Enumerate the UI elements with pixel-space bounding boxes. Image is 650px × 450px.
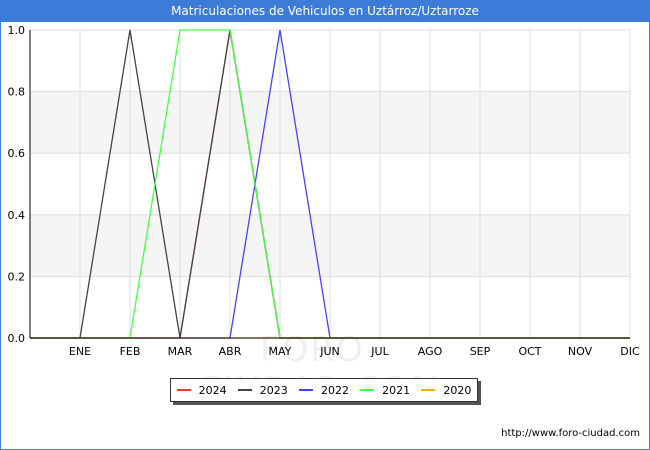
y-tick-labels: 0.0 0.2 0.4 0.6 0.8 1.0 [8,24,26,345]
legend-swatch [176,389,191,391]
y-tick-label: 1.0 [8,24,26,37]
x-tick-label: NOV [568,345,593,358]
legend: 2024 2023 2022 2021 2020 [170,378,478,402]
legend-item-2021: 2021 [360,384,410,397]
legend-swatch [237,389,252,391]
legend-item-2022: 2022 [298,383,349,397]
legend-item-2020: 2020 [421,384,471,397]
y-tick-label: 0.6 [8,147,26,160]
y-tick-label: 0.0 [8,332,26,345]
legend-label: 2024 [198,383,227,397]
legend-item-2023: 2023 [237,383,288,397]
x-tick-label: OCT [518,345,541,358]
legend-label: 2023 [259,383,288,397]
x-tick-label: ENE [69,345,91,358]
x-tick-label: FEB [120,345,141,358]
x-tick-label: DIC [620,345,640,358]
y-tick-label: 0.8 [8,86,26,99]
legend-swatch [298,389,313,391]
y-tick-label: 0.4 [8,209,26,222]
legend-label: 2021 [382,383,411,397]
legend-label: 2022 [320,383,349,397]
legend-item-2024: 2024 [176,383,227,397]
y-tick-label: 0.2 [8,270,26,283]
legend-swatch [360,389,375,391]
legend-label: 2020 [443,383,472,397]
legend-swatch [421,389,436,391]
source-url: http://www.foro-ciudad.com [501,428,640,439]
